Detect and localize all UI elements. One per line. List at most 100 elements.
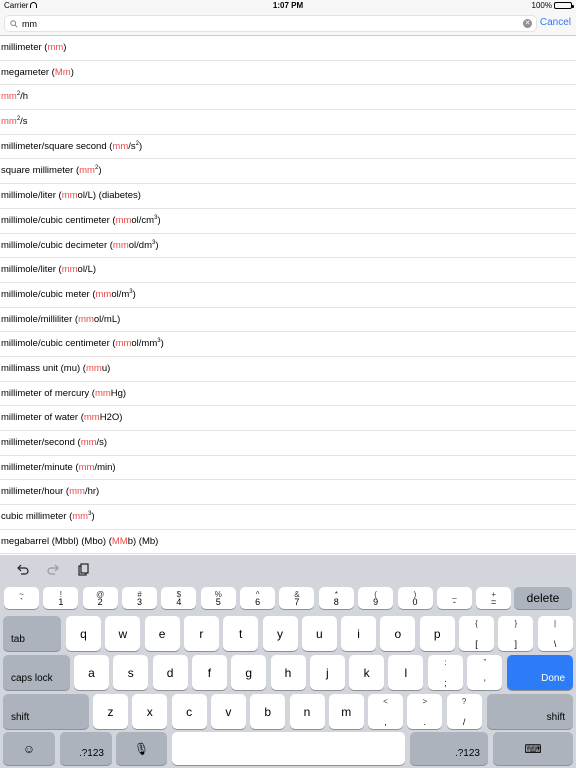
key-=[interactable]: + = — [476, 587, 512, 609]
result-row[interactable]: millimeter of water (mmH2O) — [0, 406, 576, 431]
result-row[interactable]: square millimeter (mm2) — [0, 159, 576, 185]
key-l[interactable]: l — [388, 655, 424, 690]
caps-lock-key[interactable]: caps lock — [3, 655, 70, 690]
result-match: mm — [95, 288, 112, 300]
key-m[interactable]: m — [328, 694, 364, 729]
key-a[interactable]: a — [74, 655, 109, 690]
key-label: m — [341, 704, 352, 719]
key-d[interactable]: d — [152, 655, 188, 690]
numbers-key-left[interactable]: .?123 — [60, 732, 112, 765]
redo-icon[interactable] — [46, 563, 60, 577]
key-f[interactable]: f — [191, 655, 227, 690]
key-z[interactable]: z — [93, 694, 128, 729]
space-bar[interactable] — [172, 732, 405, 765]
key-sym2-1[interactable]: >. — [407, 694, 443, 729]
result-row[interactable]: millimole/cubic meter (mmol/m3) — [0, 283, 576, 308]
delete-key[interactable]: delete — [514, 587, 572, 609]
key-label: d — [166, 665, 174, 680]
result-row[interactable]: millimeter/second (mm/s) — [0, 431, 576, 456]
key-5[interactable]: % 5 — [200, 587, 236, 609]
key-e[interactable]: e — [144, 616, 180, 651]
key-c[interactable]: c — [171, 694, 207, 729]
key-v[interactable]: v — [210, 694, 246, 729]
result-row[interactable]: millimole/cubic centimeter (mmol/mm3) — [0, 332, 576, 357]
shift-right-key[interactable]: shift — [487, 694, 573, 729]
key-2[interactable]: @2 — [82, 587, 118, 609]
key-w[interactable]: w — [105, 616, 141, 651]
result-match: mm — [112, 140, 129, 152]
key-label: v — [225, 704, 232, 719]
key-j[interactable]: j — [309, 655, 345, 690]
key-7[interactable]: & 7 — [279, 587, 315, 609]
key-`[interactable]: ~ ` — [4, 587, 39, 609]
key--[interactable]: _ - — [436, 587, 472, 609]
key-0[interactable]: ) 0 — [397, 587, 433, 609]
key-4[interactable]: $4 — [161, 587, 197, 609]
key-8[interactable]: * 8 — [318, 587, 354, 609]
key-sym-1[interactable]: }] — [498, 616, 534, 651]
tab-key[interactable]: tab — [3, 616, 61, 651]
result-row[interactable]: mm2/h — [0, 85, 576, 111]
search-input[interactable]: mm — [22, 19, 37, 29]
key-punct-0[interactable]: :; — [428, 655, 463, 690]
key-x[interactable]: x — [132, 694, 168, 729]
key-r[interactable]: r — [183, 616, 219, 651]
shift-left-key[interactable]: shift — [3, 694, 89, 729]
key-i[interactable]: i — [341, 616, 377, 651]
undo-icon[interactable] — [16, 563, 30, 577]
result-row[interactable]: millimass unit (mu) (mmu) — [0, 357, 576, 382]
numbers-key-right[interactable]: .?123 — [410, 732, 488, 765]
key-k[interactable]: k — [349, 655, 385, 690]
key-label: k — [363, 665, 370, 680]
key-s[interactable]: s — [113, 655, 149, 690]
key-n[interactable]: n — [289, 694, 325, 729]
result-match: mm — [61, 264, 78, 276]
result-row[interactable]: millimole/liter (mmol/L) (diabetes) — [0, 184, 576, 209]
key-label: g — [245, 665, 253, 680]
result-text: millimole/cubic meter ( — [1, 288, 96, 300]
key-q[interactable]: q — [66, 616, 101, 651]
microphone-key[interactable]: 🎙 — [116, 732, 167, 765]
result-row[interactable]: millimole/liter (mmol/L) — [0, 258, 576, 283]
result-row[interactable]: megameter (Mm) — [0, 61, 576, 86]
result-row[interactable]: millimole/milliliter (mmol/mL) — [0, 308, 576, 333]
key-t[interactable]: t — [223, 616, 259, 651]
result-row[interactable]: megabarrel (Mbbl) (Mbo) (MMb) (Mb) — [0, 530, 576, 555]
paste-icon[interactable] — [76, 563, 90, 577]
result-row[interactable]: cubic millimeter (mm3) — [0, 505, 576, 530]
result-text: ol/m3) — [111, 288, 136, 300]
result-row[interactable]: millimole/cubic decimeter (mmol/dm3) — [0, 234, 576, 259]
key-g[interactable]: g — [231, 655, 267, 690]
key-sym2-2[interactable]: ? / — [446, 694, 482, 729]
key-punct-1[interactable]: ”’ — [467, 655, 503, 690]
key-sym-2[interactable]: | \ — [537, 616, 573, 651]
key-p[interactable]: p — [419, 616, 455, 651]
key-sym2-0[interactable]: <, — [368, 694, 403, 729]
result-row[interactable]: millimeter (mm) — [0, 36, 576, 61]
emoji-key[interactable]: ☺ — [3, 732, 55, 765]
key-1[interactable]: ! 1 — [43, 587, 79, 609]
result-row[interactable]: millimeter/minute (mm/min) — [0, 456, 576, 481]
result-text: H2O) — [99, 412, 123, 424]
key-u[interactable]: u — [301, 616, 337, 651]
key-3[interactable]: #3 — [122, 587, 158, 609]
result-row[interactable]: millimole/cubic centimeter (mmol/cm3) — [0, 209, 576, 234]
result-row[interactable]: millimeter/square second (mm/s2) — [0, 135, 576, 160]
key-9[interactable]: (9 — [358, 587, 394, 609]
key-sym-0[interactable]: {[ — [459, 616, 494, 651]
hide-keyboard-key[interactable]: ⌨ — [493, 732, 573, 765]
key-6[interactable]: ^ 6 — [240, 587, 276, 609]
done-key[interactable]: Done — [507, 655, 573, 690]
result-row[interactable]: mm2/s — [0, 110, 576, 135]
search-field[interactable]: mm ✕ — [4, 15, 537, 32]
result-row[interactable]: millimeter/hour (mm/hr) — [0, 480, 576, 506]
key-y[interactable]: y — [262, 616, 298, 651]
key-b[interactable]: b — [250, 694, 286, 729]
result-row[interactable]: millimeter of mercury (mmHg) — [0, 382, 576, 407]
key-o[interactable]: o — [380, 616, 416, 651]
result-text: 2/h — [16, 91, 29, 103]
cancel-button[interactable]: Cancel — [540, 17, 571, 28]
clear-icon[interactable]: ✕ — [523, 19, 532, 28]
result-text: millimole/liter ( — [1, 190, 62, 202]
key-h[interactable]: h — [270, 655, 306, 690]
